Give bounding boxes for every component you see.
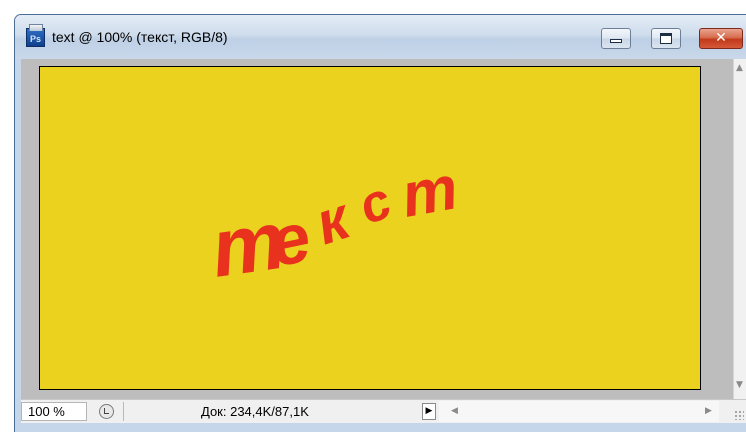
- canvas-workspace[interactable]: т е к с т: [21, 59, 733, 399]
- scroll-right-icon[interactable]: ▶: [705, 407, 712, 416]
- vertical-scrollbar[interactable]: ▲ ▼: [733, 59, 746, 399]
- document-canvas[interactable]: т е к с т: [39, 66, 701, 390]
- preview-status-icon[interactable]: [99, 404, 114, 419]
- warped-letter-5: т: [396, 153, 462, 231]
- title-bar[interactable]: Ps text @ 100% (текст, RGB/8) ✕: [15, 15, 746, 59]
- scroll-left-icon[interactable]: ◀: [451, 407, 458, 416]
- window-title: text @ 100% (текст, RGB/8): [52, 29, 228, 45]
- warped-letter-3: к: [307, 183, 359, 257]
- document-window: Ps text @ 100% (текст, RGB/8) ✕ т е к с …: [14, 14, 746, 432]
- zoom-level-field[interactable]: 100 %: [21, 402, 87, 421]
- scroll-up-icon[interactable]: ▲: [736, 64, 743, 73]
- status-menu-arrow-icon[interactable]: ▶: [422, 403, 436, 420]
- maximize-button[interactable]: [651, 28, 681, 49]
- horizontal-scrollbar[interactable]: ◀ ▶: [439, 401, 719, 422]
- status-divider: [123, 402, 124, 421]
- close-button[interactable]: ✕: [699, 28, 743, 49]
- status-bar: 100 % Док: 234,4K/87,1K ▶ ◀ ▶: [21, 399, 746, 423]
- maximize-icon: [660, 33, 672, 44]
- warped-letter-4: с: [351, 171, 400, 236]
- minimize-icon: [610, 39, 622, 43]
- warped-text-layer: т е к с т: [206, 153, 463, 295]
- minimize-button[interactable]: [601, 28, 631, 49]
- scroll-down-icon[interactable]: ▼: [736, 381, 743, 390]
- app-icon-label: Ps: [29, 34, 41, 44]
- photoshop-icon[interactable]: Ps: [26, 24, 45, 47]
- close-icon: ✕: [715, 30, 727, 46]
- resize-grip-icon[interactable]: [734, 410, 744, 420]
- document-size-info: Док: 234,4K/87,1K: [201, 404, 309, 419]
